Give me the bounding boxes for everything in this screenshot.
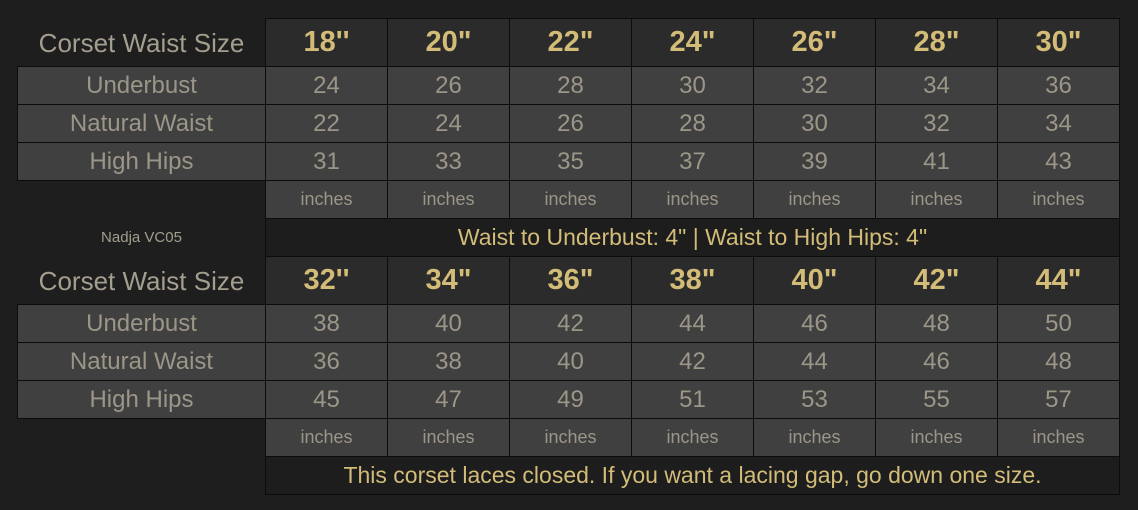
unit-label: inches	[753, 418, 876, 457]
unit-label: inches	[509, 418, 632, 457]
underbust-value: 46	[753, 304, 876, 343]
size-header-cell: 36"	[509, 256, 632, 305]
natural-waist-value: 48	[997, 342, 1120, 381]
underbust-value: 42	[509, 304, 632, 343]
underbust-value: 34	[875, 66, 998, 105]
lacing-note: This corset laces closed. If you want a …	[265, 456, 1120, 495]
natural-waist-value: 36	[265, 342, 388, 381]
row-label-underbust: Underbust	[17, 304, 266, 343]
natural-waist-value: 42	[631, 342, 754, 381]
size-header-cell: 44"	[997, 256, 1120, 305]
high-hips-value: 47	[387, 380, 510, 419]
natural-waist-value: 22	[265, 104, 388, 143]
underbust-value: 28	[509, 66, 632, 105]
row-label-high-hips: High Hips	[17, 142, 266, 181]
underbust-value: 38	[265, 304, 388, 343]
high-hips-value: 43	[997, 142, 1120, 181]
row-label-underbust: Underbust	[17, 66, 266, 105]
unit-label: inches	[265, 180, 388, 219]
unit-label: inches	[997, 180, 1120, 219]
unit-label: inches	[387, 418, 510, 457]
natural-waist-value: 44	[753, 342, 876, 381]
measurement-note: Waist to Underbust: 4" | Waist to High H…	[265, 218, 1120, 257]
natural-waist-value: 40	[509, 342, 632, 381]
model-name: Nadja VC05	[101, 229, 182, 246]
size-header-cell: 24"	[631, 18, 754, 67]
underbust-value: 44	[631, 304, 754, 343]
natural-waist-value: 34	[997, 104, 1120, 143]
unit-label: inches	[265, 418, 388, 457]
unit-label: inches	[875, 418, 998, 457]
natural-waist-value: 28	[631, 104, 754, 143]
high-hips-value: 53	[753, 380, 876, 419]
underbust-value: 26	[387, 66, 510, 105]
size-header-cell: 32''	[265, 256, 388, 305]
size-header-label: Corset Waist Size	[38, 265, 245, 296]
size-header-label: Corset Waist Size	[38, 27, 245, 58]
size-header-cell: 22"	[509, 18, 632, 67]
size-header-cell: 38"	[631, 256, 754, 305]
size-header-cell: 40"	[753, 256, 876, 305]
high-hips-value: 41	[875, 142, 998, 181]
natural-waist-value: 32	[875, 104, 998, 143]
high-hips-value: 33	[387, 142, 510, 181]
high-hips-value: 51	[631, 380, 754, 419]
high-hips-value: 49	[509, 380, 632, 419]
underbust-value: 50	[997, 304, 1120, 343]
underbust-value: 24	[265, 66, 388, 105]
unit-label: inches	[753, 180, 876, 219]
high-hips-value: 57	[997, 380, 1120, 419]
natural-waist-value: 24	[387, 104, 510, 143]
unit-label: inches	[875, 180, 998, 219]
high-hips-value: 39	[753, 142, 876, 181]
natural-waist-value: 46	[875, 342, 998, 381]
size-header-cell: 42"	[875, 256, 998, 305]
underbust-value: 32	[753, 66, 876, 105]
underbust-value: 30	[631, 66, 754, 105]
unit-label: inches	[631, 180, 754, 219]
underbust-value: 36	[997, 66, 1120, 105]
high-hips-value: 31	[265, 142, 388, 181]
unit-label: inches	[631, 418, 754, 457]
natural-waist-value: 26	[509, 104, 632, 143]
size-header-cell: 18''	[265, 18, 388, 67]
size-header-cell: 30"	[997, 18, 1120, 67]
high-hips-value: 55	[875, 380, 998, 419]
size-header-cell: 20"	[387, 18, 510, 67]
high-hips-value: 37	[631, 142, 754, 181]
row-label-natural-waist: Natural Waist	[17, 104, 266, 143]
unit-label: inches	[509, 180, 632, 219]
underbust-value: 40	[387, 304, 510, 343]
row-label-high-hips: High Hips	[17, 380, 266, 419]
high-hips-value: 35	[509, 142, 632, 181]
natural-waist-value: 38	[387, 342, 510, 381]
size-header-cell: 26"	[753, 18, 876, 67]
natural-waist-value: 30	[753, 104, 876, 143]
underbust-value: 48	[875, 304, 998, 343]
size-header-cell: 34"	[387, 256, 510, 305]
high-hips-value: 45	[265, 380, 388, 419]
unit-label: inches	[387, 180, 510, 219]
row-label-natural-waist: Natural Waist	[17, 342, 266, 381]
size-header-cell: 28"	[875, 18, 998, 67]
unit-label: inches	[997, 418, 1120, 457]
